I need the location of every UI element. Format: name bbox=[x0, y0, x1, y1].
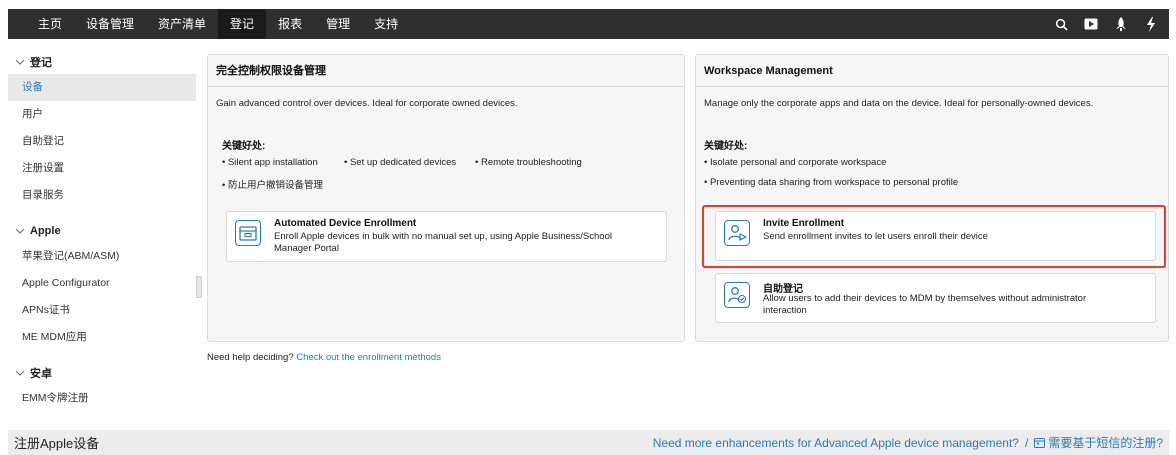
option-description-line: interaction bbox=[763, 305, 807, 316]
benefits-title: 关键好处: bbox=[222, 141, 266, 152]
search-icon[interactable] bbox=[1053, 16, 1069, 32]
nav-icons bbox=[1053, 16, 1169, 32]
sidebar-item-directory-services[interactable]: 目录服务 bbox=[8, 182, 196, 209]
footer-separator: / bbox=[1024, 435, 1029, 450]
sidebar-item-users[interactable]: 用户 bbox=[8, 101, 196, 128]
full-control-title: 完全控制权限设备管理 bbox=[208, 55, 684, 87]
nav-support[interactable]: 支持 bbox=[362, 9, 410, 39]
benefit-item: • Preventing data sharing from workspace… bbox=[704, 177, 959, 188]
rocket-icon[interactable] bbox=[1113, 16, 1129, 32]
sidebar-group-enrollment[interactable]: 登记 bbox=[8, 50, 196, 74]
video-icon[interactable] bbox=[1083, 16, 1099, 32]
option-description-line: Manager Portal bbox=[274, 243, 339, 254]
option-description-line: Send enrollment invites to let users enr… bbox=[763, 231, 988, 242]
footer-title: 注册Apple设备 bbox=[14, 436, 100, 451]
benefit-item: • Remote troubleshooting bbox=[475, 157, 582, 168]
option-description: Enroll Apple devices in bulk with no man… bbox=[274, 231, 612, 255]
sidebar-item-apns-certificate[interactable]: APNs证书 bbox=[8, 297, 196, 324]
sidebar-item-abm-asm[interactable]: 苹果登记(ABM/ASM) bbox=[8, 243, 196, 270]
sidebar-item-devices[interactable]: 设备 bbox=[8, 74, 196, 101]
automated-device-enrollment-option[interactable]: Automated Device Enrollment Enroll Apple… bbox=[226, 211, 667, 262]
chevron-down-icon bbox=[15, 59, 25, 65]
top-navigation: 主页 设备管理 资产清单 登记 报表 管理 支持 bbox=[0, 0, 1176, 46]
user-check-icon bbox=[724, 282, 750, 308]
chevron-down-icon bbox=[15, 370, 25, 376]
user-send-icon bbox=[724, 220, 750, 246]
nav-reports[interactable]: 报表 bbox=[266, 9, 314, 39]
sidebar-group-label: 安卓 bbox=[30, 368, 52, 380]
option-description-line: Enroll Apple devices in bulk with no man… bbox=[274, 231, 612, 242]
sms-enrollment-link[interactable]: 需要基于短信的注册? bbox=[1048, 434, 1163, 451]
workspace-management-card: Workspace Management Manage only the cor… bbox=[695, 54, 1169, 342]
option-description: Allow users to add their devices to MDM … bbox=[763, 293, 1086, 317]
sidebar-group-label: Apple bbox=[30, 225, 61, 237]
workspace-title: Workspace Management bbox=[696, 55, 1168, 87]
sidebar-item-self-enrollment[interactable]: 自助登记 bbox=[8, 128, 196, 155]
chevron-down-icon bbox=[15, 228, 25, 234]
footer-links: Need more enhancements for Advanced Appl… bbox=[653, 434, 1163, 451]
sidebar-resize-handle[interactable] bbox=[196, 276, 202, 298]
sidebar-group-apple[interactable]: Apple bbox=[8, 219, 196, 243]
option-description-line: Allow users to add their devices to MDM … bbox=[763, 293, 1087, 304]
benefit-item: • 防止用户撤销设备管理 bbox=[222, 180, 323, 191]
benefit-item: • Set up dedicated devices bbox=[344, 157, 457, 168]
help-text: Need help deciding? bbox=[207, 352, 294, 363]
top-nav-bar: 主页 设备管理 资产清单 登记 报表 管理 支持 bbox=[8, 9, 1169, 39]
nav-device-management[interactable]: 设备管理 bbox=[74, 9, 146, 39]
benefit-item: • Isolate personal and corporate workspa… bbox=[704, 157, 887, 168]
lightning-icon[interactable] bbox=[1143, 16, 1159, 32]
advanced-apple-management-link[interactable]: Need more enhancements for Advanced Appl… bbox=[653, 436, 1019, 450]
sidebar: 登记 设备 用户 自助登记 注册设置 目录服务 Apple 苹果登记(ABM/A… bbox=[8, 46, 196, 429]
enrollment-methods-link[interactable]: Check out the enrollment methods bbox=[296, 352, 441, 363]
help-line: Need help deciding? Check out the enroll… bbox=[207, 352, 441, 363]
workspace-description: Manage only the corporate apps and data … bbox=[704, 98, 1094, 109]
option-title: Automated Device Enrollment bbox=[274, 218, 417, 229]
sidebar-group-android[interactable]: 安卓 bbox=[8, 361, 196, 385]
calendar-icon bbox=[1034, 438, 1046, 448]
nav-home[interactable]: 主页 bbox=[8, 9, 74, 39]
benefit-item: • Silent app installation bbox=[222, 157, 318, 168]
option-title: Invite Enrollment bbox=[763, 218, 845, 229]
self-enrollment-option[interactable]: 自助登记 Allow users to add their devices to… bbox=[715, 273, 1156, 323]
invite-enrollment-option[interactable]: Invite Enrollment Send enrollment invite… bbox=[715, 211, 1156, 261]
option-description: Send enrollment invites to let users enr… bbox=[763, 231, 988, 243]
sidebar-item-enrollment-settings[interactable]: 注册设置 bbox=[8, 155, 196, 182]
nav-admin[interactable]: 管理 bbox=[314, 9, 362, 39]
sidebar-group-label: 登记 bbox=[30, 57, 52, 69]
enrollment-box-icon bbox=[235, 220, 261, 246]
nav-inventory[interactable]: 资产清单 bbox=[146, 9, 218, 39]
nav-enrollment[interactable]: 登记 bbox=[218, 9, 267, 39]
sidebar-item-apple-configurator[interactable]: Apple Configurator bbox=[8, 270, 196, 297]
full-control-description: Gain advanced control over devices. Idea… bbox=[216, 98, 518, 109]
benefits-title: 关键好处: bbox=[704, 141, 748, 152]
sidebar-item-emm-token[interactable]: EMM令牌注册 bbox=[8, 385, 196, 412]
footer-bar: 注册Apple设备 Need more enhancements for Adv… bbox=[8, 430, 1169, 455]
full-control-card: 完全控制权限设备管理 Gain advanced control over de… bbox=[207, 54, 685, 342]
sidebar-item-me-mdm-app[interactable]: ME MDM应用 bbox=[8, 324, 196, 351]
